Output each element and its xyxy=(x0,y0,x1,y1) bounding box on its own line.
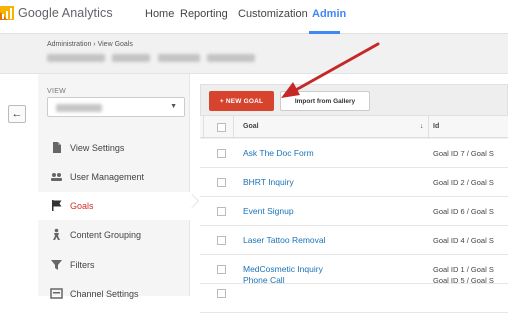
nav-reporting[interactable]: Reporting xyxy=(180,8,228,20)
new-goal-button[interactable]: + NEW GOAL xyxy=(209,91,274,111)
redacted-view-name-2 xyxy=(207,54,255,62)
goal-link[interactable]: Phone Call xyxy=(243,275,285,285)
sidebar-item-label: Goals xyxy=(70,201,94,211)
select-all-checkbox[interactable] xyxy=(217,123,226,132)
goal-id: Goal ID 2 / Goal S xyxy=(433,178,494,187)
row-checkbox[interactable] xyxy=(217,265,226,274)
row-checkbox[interactable] xyxy=(217,149,226,158)
sidebar-item-content-grouping[interactable]: Content Grouping xyxy=(38,221,190,249)
sidebar-item-label: View Settings xyxy=(70,143,125,153)
redacted-property-name xyxy=(112,54,150,62)
channel-icon xyxy=(50,287,63,300)
column-header-id[interactable]: Id xyxy=(433,123,439,130)
nav-admin[interactable]: Admin xyxy=(312,8,346,20)
filter-icon xyxy=(50,258,63,271)
nav-customization[interactable]: Customization xyxy=(238,8,308,20)
goal-id: Goal ID 7 / Goal S xyxy=(433,149,494,158)
sidebar-item-label: Filters xyxy=(70,260,95,270)
column-header-goal[interactable]: Goal xyxy=(243,123,259,130)
sidebar-item-user-management[interactable]: User Management xyxy=(38,163,190,191)
goal-link[interactable]: Ask The Doc Form xyxy=(243,148,314,158)
sidebar-item-channel-settings[interactable]: Channel Settings xyxy=(38,280,190,308)
goal-link[interactable]: Event Signup xyxy=(243,206,294,216)
logo-text: Google Analytics xyxy=(18,6,113,20)
sidebar-item-filters[interactable]: Filters xyxy=(38,251,190,279)
users-icon xyxy=(50,170,63,183)
analytics-logo-icon xyxy=(0,6,14,20)
nav-home[interactable]: Home xyxy=(145,8,174,20)
sidebar-item-goals[interactable]: Goals xyxy=(38,192,190,220)
view-selector[interactable]: ▼ xyxy=(47,97,185,117)
flag-icon xyxy=(50,199,63,212)
redacted-account-name xyxy=(47,54,105,62)
redacted-selected-view xyxy=(56,104,102,112)
table-row[interactable]: Ask The Doc Form Goal ID 7 / Goal S xyxy=(200,139,508,168)
table-row[interactable]: BHRT Inquiry Goal ID 2 / Goal S xyxy=(200,168,508,197)
back-button[interactable]: ← xyxy=(8,105,26,123)
table-row[interactable]: Phone Call Goal ID 5 / Goal S xyxy=(200,275,508,313)
sidebar-item-label: Channel Settings xyxy=(70,289,139,299)
row-checkbox[interactable] xyxy=(217,236,226,245)
top-bar: Google Analytics Home Reporting Customiz… xyxy=(0,0,508,34)
sidebar-item-label: User Management xyxy=(70,172,145,182)
caret-down-icon: ▼ xyxy=(170,103,177,110)
person-icon xyxy=(50,228,63,241)
goal-link[interactable]: MedCosmetic Inquiry xyxy=(243,264,323,274)
row-checkbox[interactable] xyxy=(217,178,226,187)
goal-link[interactable]: Laser Tattoo Removal xyxy=(243,235,326,245)
breadcrumb-bar: Administration › View Goals xyxy=(0,34,508,74)
view-label: VIEW xyxy=(47,88,67,95)
breadcrumb[interactable]: Administration › View Goals xyxy=(47,41,133,48)
table-row[interactable]: Laser Tattoo Removal Goal ID 4 / Goal S xyxy=(200,226,508,255)
back-arrow-icon: ← xyxy=(11,108,23,120)
sort-descending-icon[interactable]: ↓ xyxy=(420,123,424,130)
goals-table-header: Goal ↓ Id xyxy=(200,116,508,138)
goal-id: Goal ID 5 / Goal S xyxy=(433,276,494,285)
row-checkbox[interactable] xyxy=(217,207,226,216)
redacted-view-name xyxy=(158,54,200,62)
sidebar-item-view-settings[interactable]: View Settings xyxy=(38,134,190,162)
document-icon xyxy=(50,141,63,154)
google-analytics-logo[interactable]: Google Analytics xyxy=(0,6,113,20)
goal-id: Goal ID 6 / Goal S xyxy=(433,207,494,216)
import-from-gallery-button[interactable]: Import from Gallery xyxy=(280,91,370,111)
row-checkbox[interactable] xyxy=(217,289,226,298)
goal-id: Goal ID 4 / Goal S xyxy=(433,236,494,245)
sidebar-item-label: Content Grouping xyxy=(70,230,142,240)
goal-link[interactable]: BHRT Inquiry xyxy=(243,177,294,187)
goal-id: Goal ID 1 / Goal S xyxy=(433,265,494,274)
table-row[interactable]: Event Signup Goal ID 6 / Goal S xyxy=(200,197,508,226)
